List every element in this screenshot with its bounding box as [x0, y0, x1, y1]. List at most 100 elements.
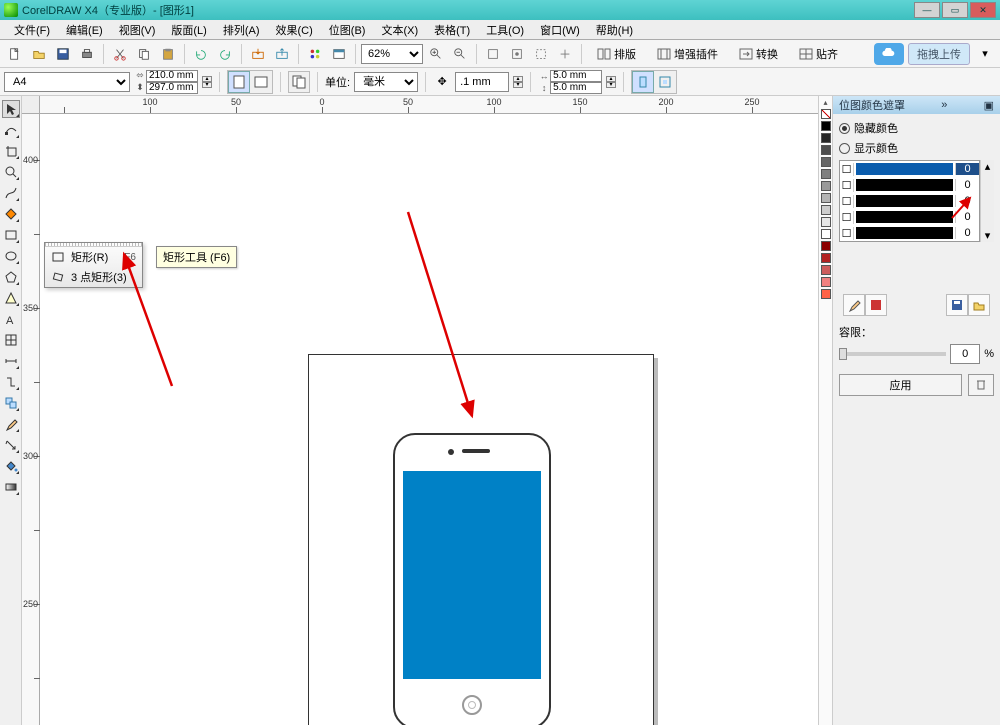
ruler-corner[interactable]	[22, 96, 40, 114]
outline-tool[interactable]	[2, 436, 20, 454]
smartfill-tool[interactable]	[2, 205, 20, 223]
spinner-down[interactable]: ▾	[202, 82, 212, 88]
flyout-3point-rectangle[interactable]: 3 点矩形(3)	[45, 267, 142, 287]
nudge-input[interactable]	[455, 72, 509, 92]
color-mask-row[interactable]: ☐0	[840, 193, 979, 209]
palette-swatch[interactable]	[821, 253, 831, 263]
menu-e[interactable]: 编辑(E)	[58, 22, 111, 38]
close-button[interactable]: ✕	[970, 2, 996, 18]
docker-title-bar[interactable]: 位图颜色遮罩 » ▣	[833, 96, 1000, 114]
list-scrollbar[interactable]: ▴▾	[980, 160, 994, 242]
minimize-button[interactable]: —	[914, 2, 940, 18]
redo-button[interactable]	[214, 43, 236, 65]
menu-x[interactable]: 文本(X)	[373, 22, 426, 38]
eyedropper-tool[interactable]	[2, 415, 20, 433]
apply-button[interactable]: 应用	[839, 374, 962, 396]
upload-hint[interactable]: 拖拽上传	[908, 43, 970, 65]
vertical-ruler[interactable]: 400350300250	[22, 114, 40, 725]
palette-swatch[interactable]	[821, 169, 831, 179]
new-button[interactable]	[4, 43, 26, 65]
menu-o[interactable]: 工具(O)	[478, 22, 532, 38]
layout-button[interactable]: 排版	[587, 43, 645, 65]
zoom-combo[interactable]: 62%	[361, 44, 423, 64]
import-button[interactable]	[247, 43, 269, 65]
docker-collapse-icon[interactable]: »	[941, 99, 947, 111]
app-launcher-button[interactable]	[304, 43, 326, 65]
text-tool[interactable]: A	[2, 310, 20, 328]
connector-tool[interactable]	[2, 373, 20, 391]
menu-v[interactable]: 视图(V)	[111, 22, 164, 38]
dimension-tool[interactable]	[2, 352, 20, 370]
eyedropper-docker-button[interactable]	[843, 294, 865, 316]
snap-4-button[interactable]	[554, 43, 576, 65]
page-width-input[interactable]	[146, 70, 198, 82]
drawing-page[interactable]	[308, 354, 654, 725]
phone-shape[interactable]	[393, 433, 551, 725]
convert-button[interactable]: 转换	[729, 43, 787, 65]
palette-up[interactable]: ▴	[823, 98, 827, 107]
flyout-rectangle[interactable]: 矩形(R) F6	[45, 247, 142, 267]
print-button[interactable]	[76, 43, 98, 65]
rectangle-tool[interactable]	[2, 226, 20, 244]
zoom-in-button[interactable]	[425, 43, 447, 65]
crop-tool[interactable]	[2, 142, 20, 160]
zoom-tool[interactable]	[2, 163, 20, 181]
save-mask-button[interactable]	[946, 294, 968, 316]
palette-swatch[interactable]	[821, 145, 831, 155]
cloud-button[interactable]	[874, 43, 904, 65]
menu-f[interactable]: 文件(F)	[6, 22, 58, 38]
palette-swatch[interactable]	[821, 121, 831, 131]
palette-swatch[interactable]	[821, 217, 831, 227]
tolerance-input[interactable]	[950, 344, 980, 364]
palette-swatch[interactable]	[821, 181, 831, 191]
zoom-out-button[interactable]	[449, 43, 471, 65]
phone-screen[interactable]	[403, 471, 541, 679]
color-mask-list[interactable]: ☐0☐0☐0☐0☐0	[839, 160, 980, 242]
unit-combo[interactable]: 毫米	[354, 72, 418, 92]
polygon-tool[interactable]	[2, 268, 20, 286]
palette-swatch[interactable]	[821, 157, 831, 167]
color-mask-row[interactable]: ☐0	[840, 177, 979, 193]
dup-x-input[interactable]	[550, 70, 602, 82]
snap-button[interactable]: 贴齐	[789, 43, 847, 65]
palette-swatch[interactable]	[821, 133, 831, 143]
export-button[interactable]	[271, 43, 293, 65]
tolerance-slider[interactable]	[839, 352, 946, 356]
docker-close-icon[interactable]: ▣	[984, 99, 994, 112]
plugins-button[interactable]: 增强插件	[647, 43, 727, 65]
show-color-option[interactable]: 显示颜色	[839, 140, 994, 156]
no-color-swatch[interactable]	[821, 109, 831, 119]
menu-c[interactable]: 效果(C)	[268, 22, 321, 38]
menu-t[interactable]: 表格(T)	[426, 22, 478, 38]
snap-3-button[interactable]	[530, 43, 552, 65]
phone-home-button[interactable]	[462, 695, 482, 715]
undo-button[interactable]	[190, 43, 212, 65]
maximize-button[interactable]: ▭	[942, 2, 968, 18]
all-pages-button[interactable]	[288, 71, 310, 93]
basic-shapes-tool[interactable]	[2, 289, 20, 307]
open-button[interactable]	[28, 43, 50, 65]
welcome-button[interactable]	[328, 43, 350, 65]
save-button[interactable]	[52, 43, 74, 65]
interactive-tool[interactable]	[2, 394, 20, 412]
menu-w[interactable]: 窗口(W)	[532, 22, 588, 38]
shape-tool[interactable]	[2, 121, 20, 139]
menu-b[interactable]: 位图(B)	[321, 22, 374, 38]
table-tool[interactable]	[2, 331, 20, 349]
delete-mask-button[interactable]	[968, 374, 994, 396]
paste-button[interactable]	[157, 43, 179, 65]
portrait-button[interactable]	[228, 71, 250, 93]
open-mask-button[interactable]	[968, 294, 990, 316]
paper-combo[interactable]: A4	[4, 72, 130, 92]
menu-l[interactable]: 版面(L)	[163, 22, 214, 38]
fill-tool[interactable]	[2, 457, 20, 475]
palette-swatch[interactable]	[821, 229, 831, 239]
palette-swatch[interactable]	[821, 265, 831, 275]
treat-as-filled-button[interactable]	[632, 71, 654, 93]
ellipse-tool[interactable]	[2, 247, 20, 265]
freehand-tool[interactable]	[2, 184, 20, 202]
copy-button[interactable]	[133, 43, 155, 65]
cut-button[interactable]	[109, 43, 131, 65]
snap-2-button[interactable]	[506, 43, 528, 65]
palette-swatch[interactable]	[821, 289, 831, 299]
